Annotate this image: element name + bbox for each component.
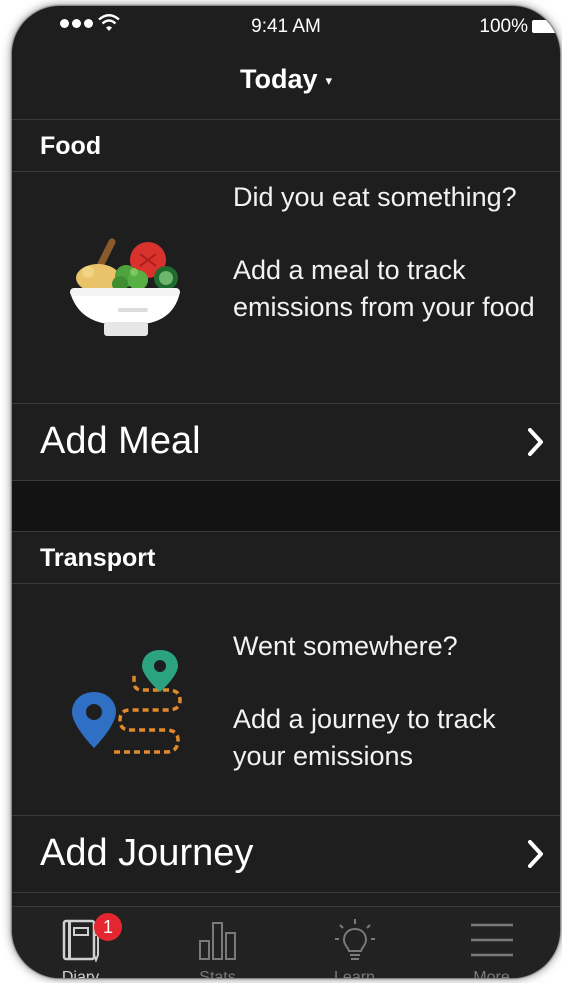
- divider: [12, 892, 560, 893]
- food-bowl-icon: [70, 238, 180, 336]
- tab-learn-label: Learn: [334, 969, 375, 978]
- diary-badge: 1: [94, 913, 122, 941]
- battery-percent: 100%: [479, 16, 528, 37]
- lightbulb-icon: [334, 919, 375, 960]
- date-selector-label: Today: [239, 64, 318, 94]
- phone-screen: 9:41 AM 100% Today ▾ Food Did you eat som…: [12, 6, 560, 978]
- tab-more-label: More: [473, 969, 510, 978]
- divider: [12, 171, 560, 172]
- tab-more[interactable]: More: [423, 907, 560, 978]
- section-spacer: [12, 481, 560, 531]
- bar-chart-icon: [198, 922, 236, 960]
- add-journey-label: Add Journey: [40, 832, 254, 874]
- divider: [12, 531, 560, 532]
- status-time: 9:41 AM: [251, 16, 321, 37]
- menu-icon: [470, 923, 513, 957]
- divider: [12, 583, 560, 584]
- chevron-right-icon: [528, 840, 543, 868]
- tab-stats-label: Stats: [199, 969, 236, 978]
- battery-icon: [532, 20, 558, 33]
- transport-card-text: Went somewhere? Add a journey to track y…: [233, 628, 543, 775]
- journey-map-icon: [72, 650, 182, 754]
- tab-bar: 1 Diary Stats Learn More: [12, 906, 560, 978]
- date-selector[interactable]: Today ▾: [12, 64, 560, 95]
- transport-prompt: Went somewhere?: [233, 631, 458, 661]
- food-prompt: Did you eat something?: [233, 182, 517, 212]
- add-meal-button[interactable]: Add Meal: [12, 404, 560, 482]
- section-header-transport: Transport: [40, 544, 156, 572]
- tab-diary-label: Diary: [61, 969, 100, 978]
- transport-description: Add a journey to track your emissions: [233, 704, 496, 771]
- add-journey-button[interactable]: Add Journey: [12, 816, 560, 894]
- divider: [12, 119, 560, 120]
- food-card-text: Did you eat something? Add a meal to tra…: [233, 179, 543, 326]
- status-bar: 9:41 AM 100%: [12, 6, 560, 46]
- caret-down-icon: ▾: [325, 72, 333, 88]
- tab-learn[interactable]: Learn: [286, 907, 423, 978]
- section-header-food: Food: [40, 132, 102, 160]
- add-meal-label: Add Meal: [40, 420, 201, 462]
- tab-stats[interactable]: Stats: [149, 907, 286, 978]
- chevron-right-icon: [528, 428, 543, 456]
- tab-diary[interactable]: 1 Diary: [12, 907, 149, 978]
- food-description: Add a meal to track emissions from your …: [233, 255, 535, 322]
